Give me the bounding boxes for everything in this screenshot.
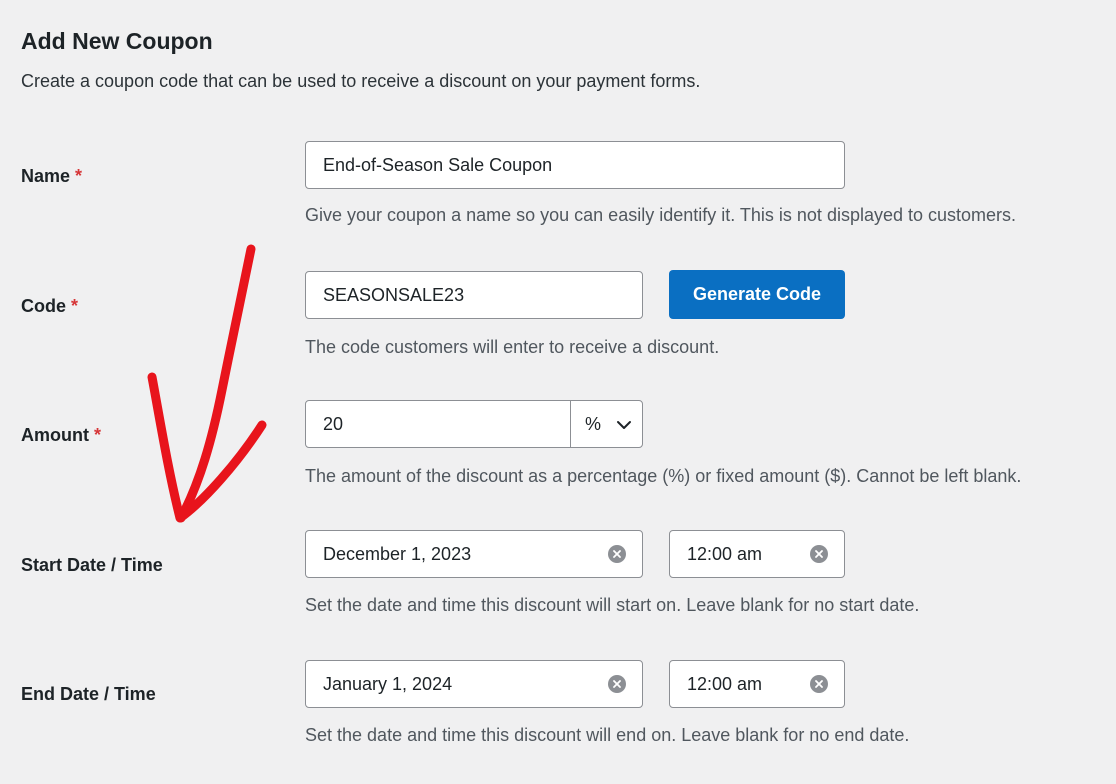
start-date-help-text: Set the date and time this discount will… [305,595,920,615]
code-input[interactable]: SEASONSALE23 [305,271,643,319]
start-time-value: 12:00 am [687,543,763,564]
end-date-input[interactable]: January 1, 2024 [305,660,643,708]
amount-input[interactable]: 20 [306,401,570,447]
required-mark: * [75,166,83,186]
name-label-text: Name [21,166,71,186]
amount-label: Amount * [21,423,101,447]
start-time-input[interactable]: 12:00 am [669,530,845,578]
chevron-down-icon [616,414,632,435]
start-date-label: Start Date / Time [21,555,163,575]
start-date-input[interactable]: December 1, 2023 [305,530,643,578]
clear-circle-icon[interactable] [810,545,828,563]
code-label: Code * [21,294,78,318]
amount-label-text: Amount [21,425,89,445]
name-input[interactable]: End-of-Season Sale Coupon [305,141,845,189]
code-input-value: SEASONSALE23 [323,284,465,305]
amount-input-value: 20 [323,413,344,434]
end-date-value: January 1, 2024 [323,673,453,694]
required-mark: * [71,296,79,316]
clear-circle-icon[interactable] [608,675,626,693]
name-input-value: End-of-Season Sale Coupon [323,154,553,175]
name-help-text: Give your coupon a name so you can easil… [305,205,1017,225]
amount-help-text: The amount of the discount as a percenta… [305,466,1022,486]
end-time-value: 12:00 am [687,673,763,694]
amount-type-select[interactable]: % [570,401,642,447]
end-date-help-text: Set the date and time this discount will… [305,725,910,745]
end-date-label: End Date / Time [21,684,156,704]
end-time-input[interactable]: 12:00 am [669,660,845,708]
start-date-value: December 1, 2023 [323,543,472,564]
generate-code-button[interactable]: Generate Code [669,270,845,319]
code-help-text: The code customers will enter to receive… [305,337,720,357]
clear-circle-icon[interactable] [608,545,626,563]
page-title: Add New Coupon [21,28,213,54]
amount-input-group: 20 % [305,400,643,448]
required-mark: * [93,425,101,445]
clear-circle-icon[interactable] [810,675,828,693]
page-description: Create a coupon code that can be used to… [21,71,701,91]
amount-type-value: % [585,413,602,434]
code-label-text: Code [21,296,66,316]
name-label: Name * [21,164,82,188]
